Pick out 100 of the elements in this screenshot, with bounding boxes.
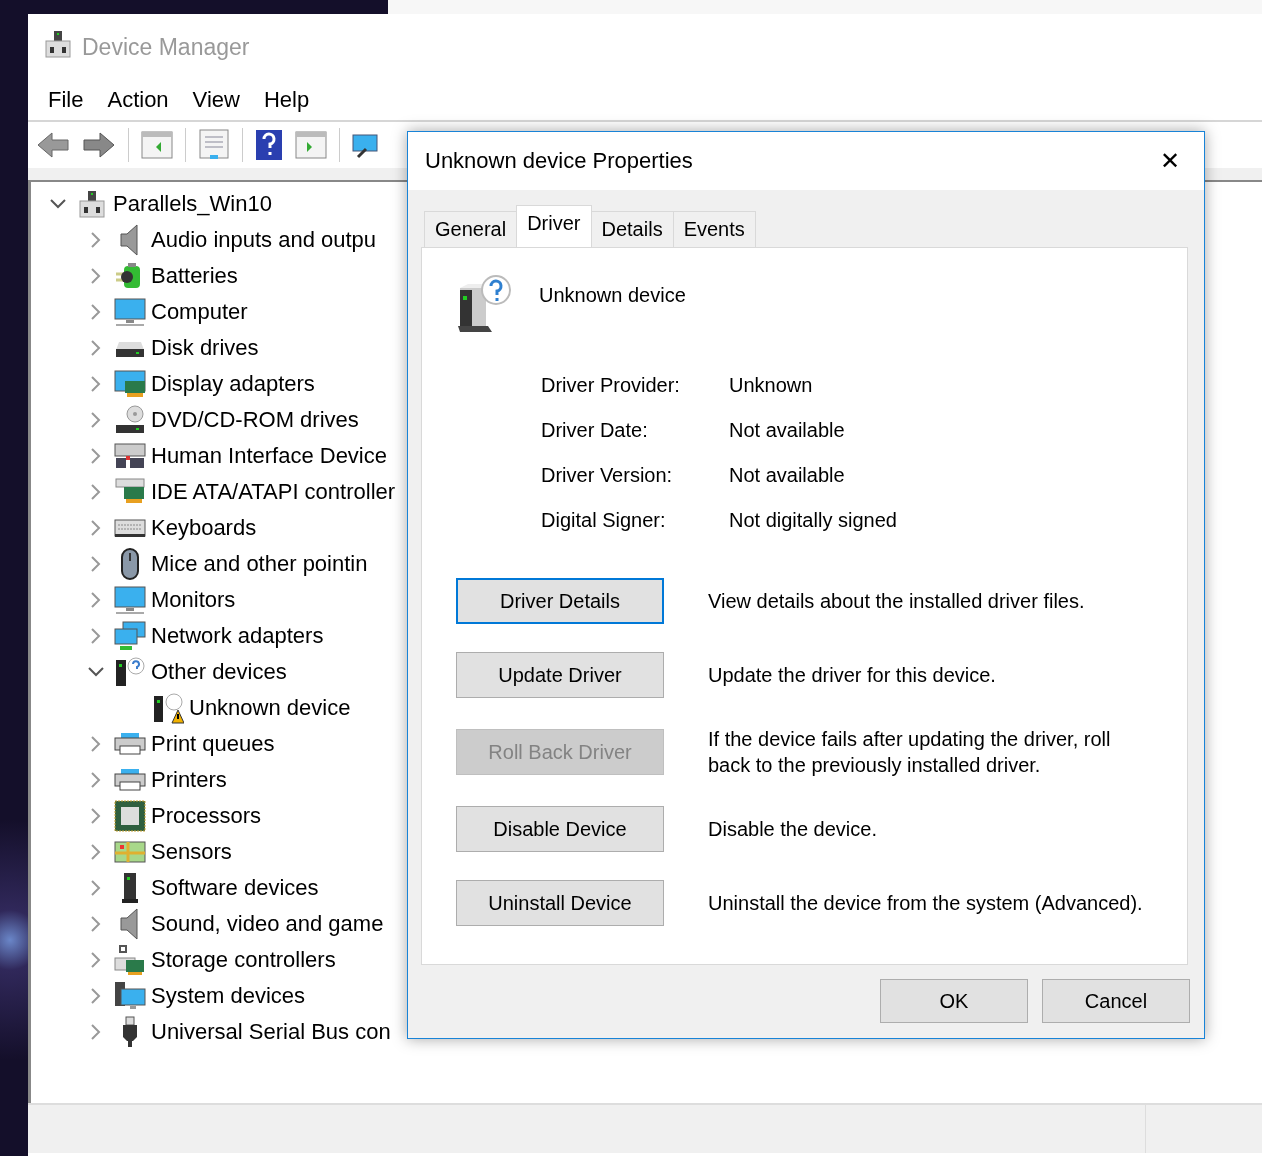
action-button[interactable]: Driver Details: [456, 578, 664, 624]
close-button[interactable]: ✕: [1155, 143, 1184, 179]
chevron-right-icon[interactable]: [91, 376, 101, 392]
tree-item[interactable]: Universal Serial Bus con: [149, 1019, 391, 1045]
chevron-right-icon[interactable]: [91, 1024, 101, 1040]
ok-button[interactable]: OK: [880, 979, 1028, 1023]
storage-card-icon: [114, 944, 146, 976]
computer-tower-icon: [78, 189, 106, 219]
tab[interactable]: Events: [672, 211, 756, 247]
chevron-down-icon[interactable]: [88, 667, 104, 677]
tree-item[interactable]: Human Interface Device: [149, 443, 387, 469]
tree-item[interactable]: Sensors: [149, 839, 232, 865]
tree-item[interactable]: Mice and other pointin: [149, 551, 368, 577]
field-label: Driver Date:: [541, 419, 649, 442]
field-value: Not digitally signed: [729, 509, 898, 532]
action-button[interactable]: Disable Device: [456, 806, 664, 852]
action-description: View details about the installed driver files.: [708, 589, 1086, 614]
tree-item[interactable]: Processors: [149, 803, 262, 829]
speaker-icon: [119, 908, 141, 940]
tree-item[interactable]: Disk drives: [149, 335, 259, 361]
chevron-right-icon[interactable]: [91, 772, 101, 788]
mouse-icon: [119, 548, 141, 580]
tree-item[interactable]: Audio inputs and outpu: [149, 227, 377, 253]
tree-item[interactable]: Printers: [149, 767, 227, 793]
action-description: If the device fails after updating the driver, roll back to the previously installed driver.: [708, 727, 1112, 778]
chevron-right-icon[interactable]: [91, 268, 101, 284]
chevron-right-icon[interactable]: [91, 736, 101, 752]
keyboard-icon: [114, 517, 146, 539]
network-monitors-icon: [114, 621, 146, 651]
monitor-icon: [114, 585, 146, 615]
chevron-right-icon[interactable]: [91, 520, 101, 536]
tree-item[interactable]: IDE ATA/ATAPI controller: [149, 479, 396, 505]
usb-plug-icon: [121, 1016, 139, 1048]
device-tower-icon: [121, 872, 139, 904]
tree-item[interactable]: Network adapters: [149, 623, 324, 649]
action-description: Disable the device.: [708, 817, 878, 842]
chevron-down-icon[interactable]: [50, 199, 66, 209]
unknown-device-icon: [456, 274, 514, 334]
cancel-button[interactable]: Cancel: [1042, 979, 1190, 1023]
chevron-right-icon[interactable]: [91, 628, 101, 644]
tree-item[interactable]: Print queues: [149, 731, 275, 757]
chevron-right-icon[interactable]: [91, 808, 101, 824]
unknown-device-icon: [114, 656, 146, 688]
chevron-right-icon[interactable]: [91, 340, 101, 356]
action-button[interactable]: Update Driver: [456, 652, 664, 698]
tree-item[interactable]: Monitors: [149, 587, 236, 613]
chevron-right-icon[interactable]: [91, 412, 101, 428]
dialog-title: Unknown device Properties: [425, 148, 693, 174]
tree-item[interactable]: Storage controllers: [149, 947, 336, 973]
action-description: Update the driver for this device.: [708, 663, 997, 688]
chevron-right-icon[interactable]: [91, 880, 101, 896]
action-button[interactable]: Uninstall Device: [456, 880, 664, 926]
chevron-right-icon[interactable]: [91, 952, 101, 968]
field-label: Digital Signer:: [541, 509, 667, 532]
tree-item[interactable]: System devices: [149, 983, 306, 1009]
chevron-right-icon[interactable]: [91, 592, 101, 608]
chevron-right-icon[interactable]: [91, 232, 101, 248]
action-description: Uninstall the device from the system (Advanced).: [708, 891, 1144, 916]
tree-item[interactable]: Computer: [149, 299, 248, 325]
tree-item[interactable]: Software devices: [149, 875, 319, 901]
chevron-right-icon[interactable]: [91, 304, 101, 320]
tree-item[interactable]: Unknown device: [187, 695, 351, 721]
field-label: Driver Provider:: [541, 374, 681, 397]
panel-view-icon[interactable]: [295, 130, 327, 160]
chevron-right-icon[interactable]: [91, 844, 101, 860]
device-warning-icon: [152, 692, 184, 724]
printer-icon: [114, 732, 146, 756]
window-title: Device Manager: [82, 33, 250, 61]
computer-monitor-icon: [114, 981, 146, 1011]
properties-icon[interactable]: [198, 129, 230, 161]
chevron-right-icon[interactable]: [91, 988, 101, 1004]
printer-icon: [114, 768, 146, 792]
field-value: Unknown: [729, 374, 814, 397]
field-label: Driver Version:: [541, 464, 674, 487]
menu-item[interactable]: Action: [99, 87, 185, 113]
chevron-right-icon[interactable]: [91, 556, 101, 572]
tree-item[interactable]: Parallels_Win10: [111, 191, 272, 217]
field-value: Not available: [729, 464, 846, 487]
chevron-right-icon[interactable]: [91, 916, 101, 932]
menu-item[interactable]: View: [184, 87, 256, 113]
keyboard-joystick-icon: [114, 442, 146, 470]
device-name: Unknown device: [539, 283, 686, 307]
tab[interactable]: Driver: [516, 205, 592, 247]
tree-item[interactable]: Display adapters: [149, 371, 315, 397]
tree-item[interactable]: Sound, video and game: [149, 911, 384, 937]
menu-item[interactable]: File: [40, 87, 100, 113]
tree-item[interactable]: DVD/CD-ROM drives: [149, 407, 359, 433]
menu-item[interactable]: Help: [255, 87, 326, 113]
back-arrow-icon[interactable]: [36, 131, 70, 159]
map-sensor-icon: [114, 841, 146, 863]
tree-item[interactable]: Keyboards: [149, 515, 257, 541]
chevron-right-icon[interactable]: [91, 448, 101, 464]
forward-arrow-icon[interactable]: [82, 131, 116, 159]
panel-view-icon[interactable]: [141, 130, 173, 160]
chevron-right-icon[interactable]: [91, 484, 101, 500]
tree-item[interactable]: Batteries: [149, 263, 238, 289]
help-icon[interactable]: [255, 129, 283, 161]
tab[interactable]: General: [424, 211, 518, 247]
tree-item[interactable]: Other devices: [149, 659, 287, 685]
field-value: Not available: [729, 419, 846, 442]
